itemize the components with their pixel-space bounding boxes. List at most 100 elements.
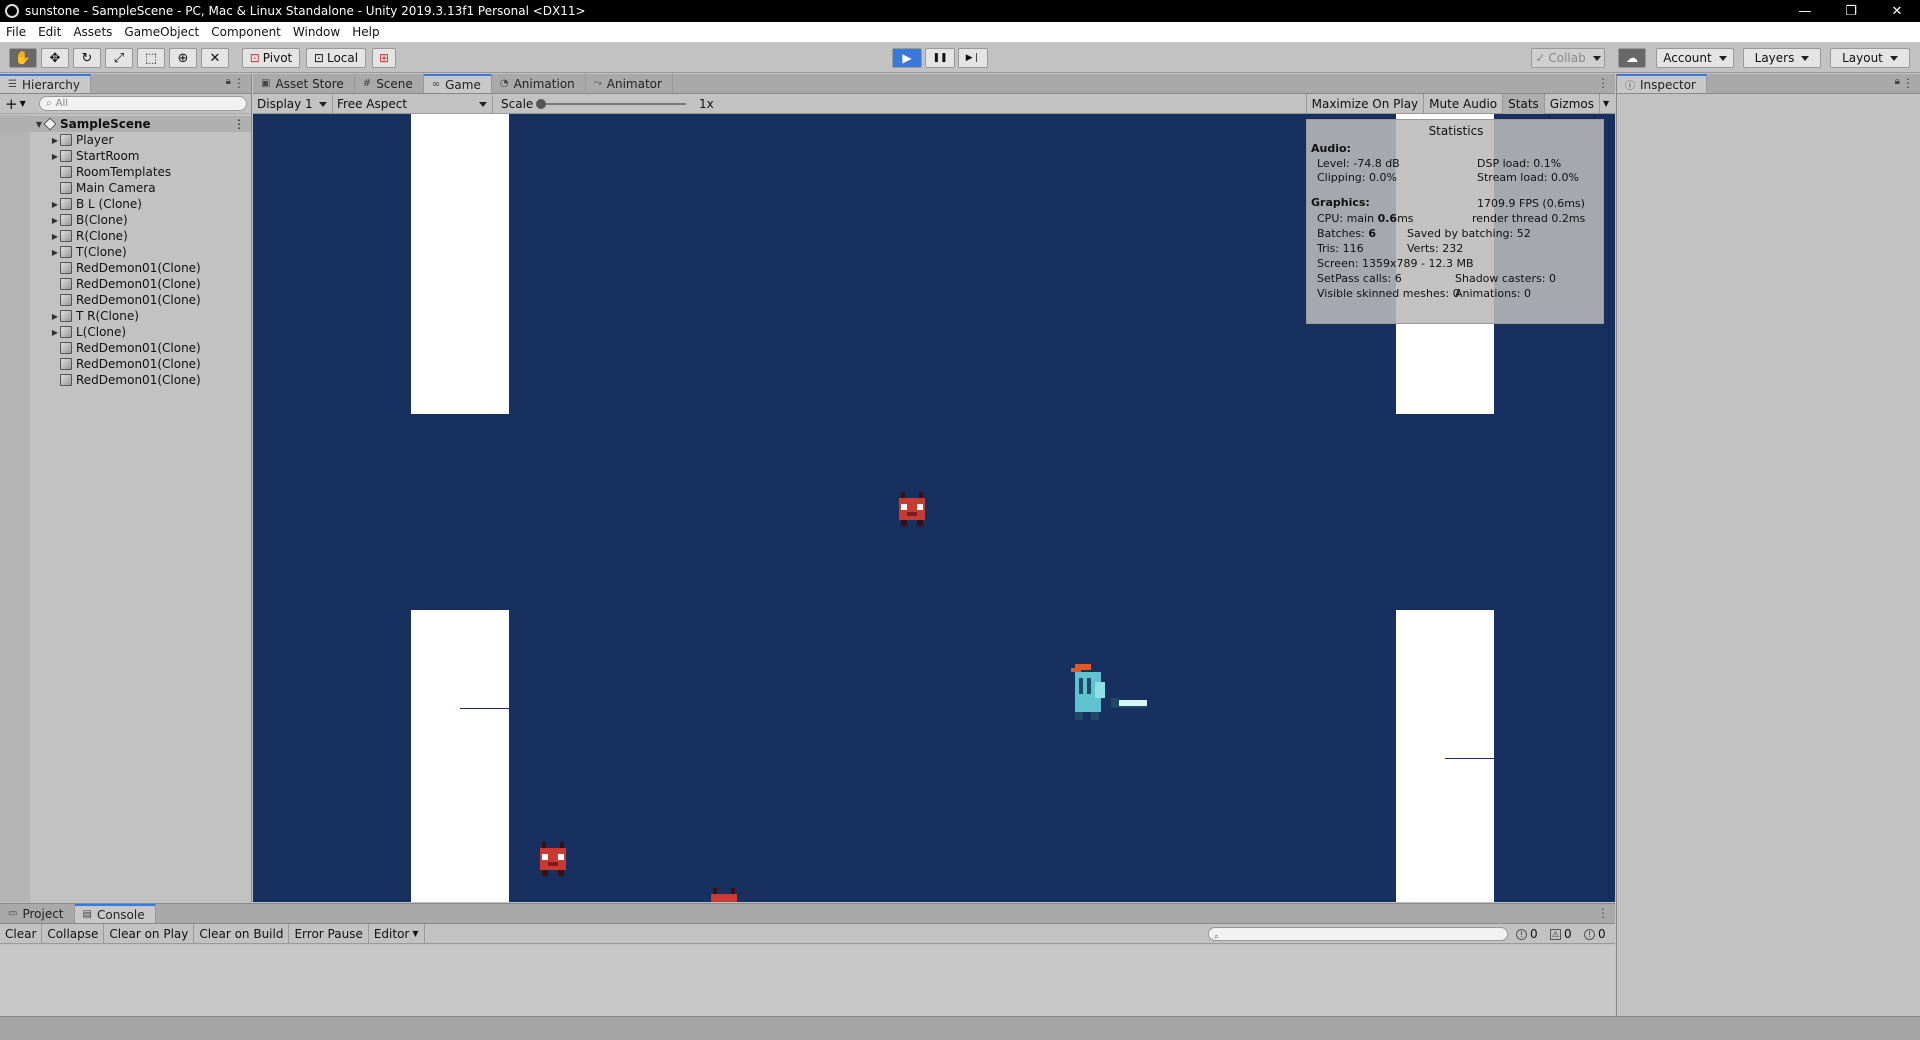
hierarchy-item[interactable]: RedDemon01(Clone): [0, 372, 251, 388]
tab-console[interactable]: ▤ Console: [74, 904, 156, 923]
play-button[interactable]: ▶: [892, 48, 922, 68]
tab-scene[interactable]: # Scene: [355, 74, 424, 93]
expand-arrow-icon[interactable]: ▶: [50, 328, 60, 337]
hierarchy-item[interactable]: ▶ T(Clone): [0, 244, 251, 260]
display-dropdown[interactable]: Display 1: [253, 94, 333, 113]
audio-level: Level: -74.8 dB: [1317, 157, 1400, 170]
layout-dropdown[interactable]: Layout: [1830, 48, 1910, 68]
collapse-toggle[interactable]: Collapse: [42, 923, 105, 944]
pause-button[interactable]: ❚❚: [925, 48, 955, 68]
hierarchy-item[interactable]: ▶ T R(Clone): [0, 308, 251, 324]
editor-dropdown[interactable]: Editor ▼: [369, 923, 425, 944]
menu-help[interactable]: Help: [346, 25, 385, 39]
console-log-area[interactable]: [0, 945, 1615, 1016]
menu-edit[interactable]: Edit: [32, 25, 67, 39]
hierarchy-item[interactable]: RedDemon01(Clone): [0, 276, 251, 292]
rotate-tool-button[interactable]: ↻: [73, 48, 101, 68]
account-dropdown[interactable]: Account: [1656, 48, 1734, 68]
rect-tool-button[interactable]: ⬚: [137, 48, 165, 68]
scene-root[interactable]: ▼ SampleScene ⋮: [0, 116, 251, 132]
tab-inspector[interactable]: ⓘ Inspector: [1617, 74, 1707, 93]
hierarchy-search-input[interactable]: ⌕ All: [39, 96, 247, 111]
menu-component[interactable]: Component: [205, 25, 287, 39]
expand-arrow-icon[interactable]: ▶: [50, 200, 60, 209]
grid-snap-button[interactable]: ⊞: [372, 48, 396, 68]
scale-slider-knob[interactable]: [536, 98, 546, 109]
scale-control: Scale 1x: [493, 94, 913, 114]
hand-tool-button[interactable]: ✋: [9, 48, 37, 68]
hierarchy-item[interactable]: RedDemon01(Clone): [0, 260, 251, 276]
close-button[interactable]: ✕: [1874, 0, 1920, 22]
clear-on-build-toggle[interactable]: Clear on Build: [194, 923, 290, 944]
bottom-tabstrip: ▭ Project ▤ Console ⋮: [0, 904, 1615, 924]
collab-dropdown[interactable]: ✓ Collab: [1531, 48, 1605, 68]
gameobject-cube-icon: [60, 358, 72, 370]
menu-file[interactable]: File: [0, 25, 32, 39]
tab-animator[interactable]: ⤳ Animator: [586, 74, 673, 93]
menu-gameobject[interactable]: GameObject: [118, 25, 205, 39]
expand-arrow-icon[interactable]: ▶: [50, 152, 60, 161]
menu-window[interactable]: Window: [287, 25, 346, 39]
lock-icon[interactable]: 🔒︎: [1895, 76, 1900, 87]
local-toggle[interactable]: ⊡ Local: [306, 48, 366, 68]
hierarchy-item[interactable]: ▶ R(Clone): [0, 228, 251, 244]
animator-icon: ⤳: [593, 78, 602, 89]
error-count-toggle[interactable]: ! 0: [1584, 924, 1606, 944]
aspect-dropdown[interactable]: Free Aspect: [333, 94, 493, 113]
gizmos-dropdown[interactable]: ▼: [1599, 93, 1615, 114]
hierarchy-item[interactable]: ▶ B L (Clone): [0, 196, 251, 212]
expand-arrow-icon[interactable]: ▶: [50, 216, 60, 225]
hierarchy-item[interactable]: ▶ L(Clone): [0, 324, 251, 340]
game-menu-icon[interactable]: ⋮: [1597, 76, 1609, 90]
hierarchy-item[interactable]: RedDemon01(Clone): [0, 356, 251, 372]
scene-menu-icon[interactable]: ⋮: [233, 117, 245, 131]
hierarchy-item[interactable]: Main Camera: [0, 180, 251, 196]
custom-tool-button[interactable]: ✕: [201, 48, 229, 68]
step-button[interactable]: ▶❘: [958, 48, 988, 68]
scale-tool-button[interactable]: ⤢: [105, 48, 133, 68]
tab-animation[interactable]: ◔ Animation: [492, 74, 586, 93]
hierarchy-item[interactable]: RoomTemplates: [0, 164, 251, 180]
expand-arrow-icon[interactable]: ▶: [50, 136, 60, 145]
tab-project[interactable]: ▭ Project: [0, 904, 75, 923]
game-view[interactable]: Statistics Audio: Level: -74.8 dB DSP lo…: [253, 114, 1615, 902]
create-button[interactable]: + ▼: [5, 95, 29, 113]
clock-icon: ◔: [499, 78, 509, 89]
hierarchy-item[interactable]: ▶ StartRoom: [0, 148, 251, 164]
cloud-button[interactable]: ☁: [1618, 48, 1646, 68]
collapse-arrow-icon[interactable]: ▼: [34, 120, 44, 129]
maximize-on-play-toggle[interactable]: Maximize On Play: [1305, 93, 1424, 114]
inspector-menu-icon[interactable]: ⋮: [1902, 76, 1914, 90]
info-count-toggle[interactable]: ! 0: [1516, 924, 1538, 944]
hierarchy-menu-icon[interactable]: ⋮: [233, 76, 245, 90]
error-pause-toggle[interactable]: Error Pause: [289, 923, 369, 944]
clear-button[interactable]: Clear: [0, 923, 43, 944]
hierarchy-item[interactable]: ▶ Player: [0, 132, 251, 148]
console-search-input[interactable]: ⌕: [1208, 927, 1508, 942]
pivot-toggle[interactable]: ⊡ Pivot: [242, 48, 300, 68]
restore-button[interactable]: ❐: [1828, 0, 1874, 22]
console-menu-icon[interactable]: ⋮: [1597, 906, 1609, 920]
menu-assets[interactable]: Assets: [67, 25, 118, 39]
scale-slider-track[interactable]: [538, 102, 686, 105]
tab-asset-store[interactable]: ▣ Asset Store: [253, 74, 355, 93]
expand-arrow-icon[interactable]: ▶: [50, 248, 60, 257]
clear-on-play-toggle[interactable]: Clear on Play: [104, 923, 195, 944]
tab-hierarchy[interactable]: ☰ Hierarchy: [0, 74, 91, 93]
expand-arrow-icon[interactable]: ▶: [50, 312, 60, 321]
stats-toggle[interactable]: Stats: [1502, 93, 1544, 114]
hierarchy-item[interactable]: RedDemon01(Clone): [0, 340, 251, 356]
gameobject-cube-icon: [60, 278, 72, 290]
hierarchy-item[interactable]: ▶ B(Clone): [0, 212, 251, 228]
expand-arrow-icon[interactable]: ▶: [50, 232, 60, 241]
tab-game[interactable]: ∞ Game: [423, 74, 492, 93]
move-tool-button[interactable]: ✥: [41, 48, 69, 68]
lock-icon[interactable]: 🔒︎: [226, 76, 231, 87]
hierarchy-item[interactable]: RedDemon01(Clone): [0, 292, 251, 308]
mute-audio-toggle[interactable]: Mute Audio: [1423, 93, 1502, 114]
layers-dropdown[interactable]: Layers: [1743, 48, 1821, 68]
minimize-button[interactable]: —: [1782, 0, 1828, 22]
transform-tool-button[interactable]: ⊕: [169, 48, 197, 68]
gizmos-toggle[interactable]: Gizmos: [1543, 93, 1599, 114]
warning-count-toggle[interactable]: ⚠ 0: [1550, 924, 1572, 944]
